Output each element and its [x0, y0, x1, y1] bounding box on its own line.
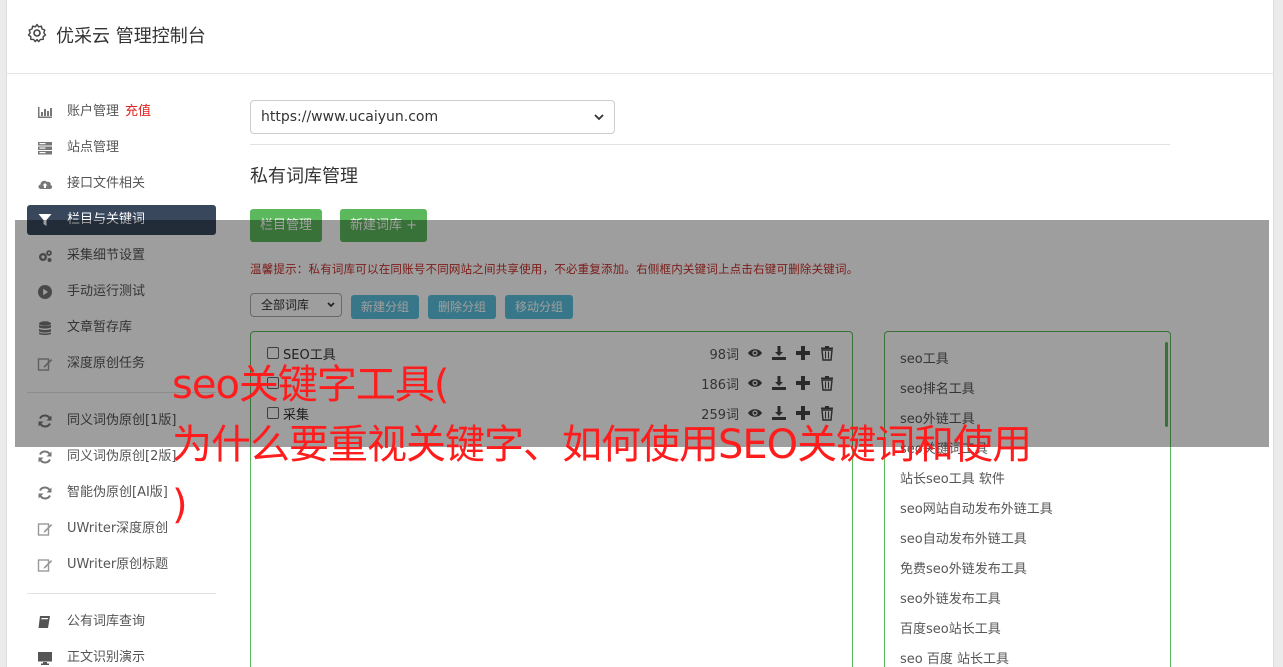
sidebar-item-label: 同义词伪原创[2版] [67, 449, 177, 464]
divider [250, 144, 1170, 145]
book-icon [38, 616, 50, 628]
keyword-item[interactable]: seo外链发布工具 [900, 588, 1001, 607]
sidebar-item-label: 站点管理 [67, 140, 120, 155]
overlay-title-line2: 为什么要重视关键字、如何使用SEO关键词和使用 [172, 422, 1032, 468]
keyword-item[interactable]: seo自动发布外链工具 [900, 528, 1027, 547]
site-select[interactable]: https://www.ucaiyun.com [250, 100, 615, 134]
sidebar-item-api-files[interactable]: 接口文件相关 [27, 166, 216, 202]
site-select-value: https://www.ucaiyun.com [261, 109, 439, 125]
sidebar-item-label: UWriter原创标题 [67, 557, 169, 572]
edit-icon [37, 523, 53, 536]
page-title: 私有词库管理 [250, 166, 358, 187]
edit-icon [37, 559, 53, 572]
recharge-link[interactable]: 充值 [125, 104, 151, 119]
chevron-down-icon [594, 114, 604, 121]
keyword-item[interactable]: seo网站自动发布外链工具 [900, 498, 1053, 517]
sidebar-item-body-recognition[interactable]: 正文识别演示 [27, 640, 216, 667]
overlay-title-line3: ) [172, 482, 188, 528]
sidebar-item-label: UWriter深度原创 [67, 521, 169, 536]
sidebar-item-sites[interactable]: 站点管理 [27, 130, 216, 166]
refresh-icon [38, 486, 52, 500]
server-icon [38, 142, 52, 155]
cloud-upload-icon [38, 180, 53, 189]
sidebar-item-label: 正文识别演示 [67, 650, 146, 665]
sidebar-divider [27, 593, 216, 594]
keyword-item[interactable]: 免费seo外链发布工具 [900, 558, 1027, 577]
sidebar-item-uwriter-title[interactable]: UWriter原创标题 [27, 547, 216, 583]
sidebar-item-public-library[interactable]: 公有词库查询 [27, 604, 216, 640]
sidebar-item-label: 账户管理 [67, 104, 120, 119]
app-title: 优采云 管理控制台 [56, 26, 206, 47]
sidebar-item-uwriter-deep[interactable]: UWriter深度原创 [27, 511, 216, 547]
sidebar-item-ai-rewrite[interactable]: 智能伪原创[AI版] [27, 475, 216, 511]
top-bar: 优采云 管理控制台 [7, 0, 1273, 74]
sidebar-item-label: 智能伪原创[AI版] [67, 485, 168, 500]
sidebar-item-label: 公有词库查询 [67, 614, 146, 629]
bar-chart-icon [38, 107, 52, 118]
keyword-item[interactable]: seo 百度 站长工具 [900, 648, 1009, 667]
refresh-icon [38, 450, 52, 464]
sidebar-item-label: 接口文件相关 [67, 176, 146, 191]
keyword-item[interactable]: 百度seo站长工具 [900, 618, 1001, 637]
sidebar-item-account[interactable]: 账户管理 充值 [27, 94, 216, 130]
gear-icon [27, 23, 47, 43]
overlay-title-line1: seo关键字工具( [172, 362, 450, 408]
monitor-icon [38, 652, 52, 665]
